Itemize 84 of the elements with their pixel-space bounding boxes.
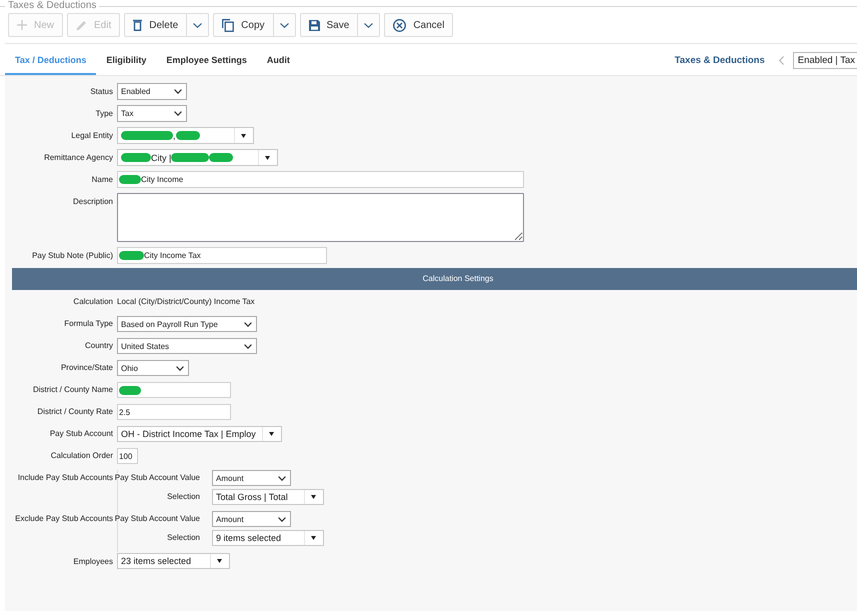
field-label: Legal Entity: [71, 130, 113, 142]
field-label: Status: [90, 86, 113, 98]
field-label: Name: [92, 174, 113, 186]
field-label: District / County Rate: [37, 406, 113, 418]
caret-down-icon: [241, 134, 246, 138]
field-label: Selection: [167, 532, 200, 544]
redaction-mark: [119, 386, 141, 394]
plus-icon: [17, 20, 27, 30]
dropdown-field[interactable]: OH - District Income Tax | Employ: [117, 426, 282, 442]
dropdown-field[interactable]: Total Gross | Total: [212, 489, 324, 505]
field-label: Remittance Agency: [44, 152, 113, 164]
select-field[interactable]: Based on Payroll Run Type: [117, 316, 257, 332]
field-label: Description: [72, 196, 113, 208]
menu-toggle-button[interactable]: [187, 13, 210, 37]
text-field[interactable]: 2.5: [117, 404, 231, 420]
copy-button[interactable]: Copy: [213, 13, 274, 37]
delete-button[interactable]: Delete: [124, 13, 188, 37]
select-field[interactable]: United States: [117, 338, 257, 354]
select-field[interactable]: Ohio: [117, 360, 189, 376]
redaction-mark: [121, 153, 151, 162]
text-field[interactable]: City Income Tax: [117, 247, 327, 264]
redaction-mark: [119, 175, 141, 184]
save-button[interactable]: Save: [300, 13, 358, 37]
dropdown-field[interactable]: 23 items selected: [117, 553, 230, 569]
menu-toggle-button[interactable]: [358, 13, 380, 37]
dropdown-field[interactable]: City |: [117, 149, 278, 166]
select-field[interactable]: Tax: [117, 105, 187, 122]
copy-icon: [222, 18, 234, 32]
static-value: Local (City/District/County) Income Tax: [117, 296, 255, 308]
chevron-down-icon: [244, 322, 252, 326]
chevron-down-icon: [176, 366, 184, 370]
field-label: Pay Stub Account: [50, 428, 113, 440]
chevron-down-icon: [278, 476, 286, 480]
field-label: Exclude Pay Stub Accounts: [15, 513, 113, 525]
tab[interactable]: Eligibility: [96, 45, 156, 75]
select-field[interactable]: Amount: [212, 511, 291, 527]
trash-icon: [133, 19, 142, 31]
pencil-icon: [76, 20, 88, 30]
field-label: Employees: [73, 556, 113, 568]
section-header: Calculation Settings: [12, 268, 857, 290]
field-label: Calculation: [73, 296, 113, 308]
field-label: Calculation Order: [50, 450, 113, 462]
tab[interactable]: Employee Settings: [156, 45, 257, 75]
record-selector[interactable]: Enabled | Tax: [792, 52, 857, 68]
text-area-field[interactable]: [117, 193, 524, 242]
caret-down-icon: [311, 495, 316, 499]
field-label: Pay Stub Note (Public): [32, 250, 113, 262]
dropdown-field[interactable]: ,: [117, 127, 254, 144]
redaction-mark: [121, 131, 173, 140]
cancel-button[interactable]: Cancel: [384, 13, 454, 37]
field-label: Formula Type: [64, 318, 113, 330]
caret-down-icon: [311, 536, 316, 540]
chevron-down-icon: [364, 22, 374, 28]
select-field[interactable]: Enabled: [117, 83, 187, 100]
field-label: Type: [96, 108, 113, 120]
chevron-down-icon: [174, 89, 182, 94]
breadcrumb-link[interactable]: Taxes & Deductions: [674, 54, 765, 66]
chevron-down-icon: [174, 111, 182, 116]
text-field[interactable]: [117, 382, 231, 398]
chevron-down-icon: [244, 344, 252, 348]
field-label: Pay Stub Account Value: [114, 472, 200, 484]
caret-down-icon: [268, 432, 274, 436]
field-label: Province/State: [60, 362, 113, 374]
text-field[interactable]: 100: [117, 448, 138, 464]
dropdown-field[interactable]: 9 items selected: [212, 530, 324, 546]
cancel-icon: [393, 18, 406, 32]
tab[interactable]: Audit: [256, 45, 300, 75]
chevron-down-icon: [278, 516, 286, 522]
text-field[interactable]: City Income: [117, 171, 524, 188]
panel-title: Taxes & Deductions: [7, 0, 98, 12]
caret-down-icon: [265, 156, 270, 160]
select-field[interactable]: Amount: [212, 470, 291, 486]
field-label: District / County Name: [32, 384, 113, 396]
chevron-down-icon: [280, 22, 289, 28]
field-label: Selection: [167, 491, 200, 503]
chevron-left-icon[interactable]: [778, 56, 784, 64]
field-label: Country: [84, 340, 113, 352]
caret-down-icon: [217, 559, 222, 563]
menu-toggle-button[interactable]: [274, 13, 296, 37]
redaction-mark: [176, 131, 200, 140]
field-label: Pay Stub Account Value: [114, 513, 200, 525]
field-label: Include Pay Stub Accounts: [18, 472, 113, 484]
chevron-down-icon: [193, 22, 202, 28]
redaction-mark: [119, 251, 144, 260]
